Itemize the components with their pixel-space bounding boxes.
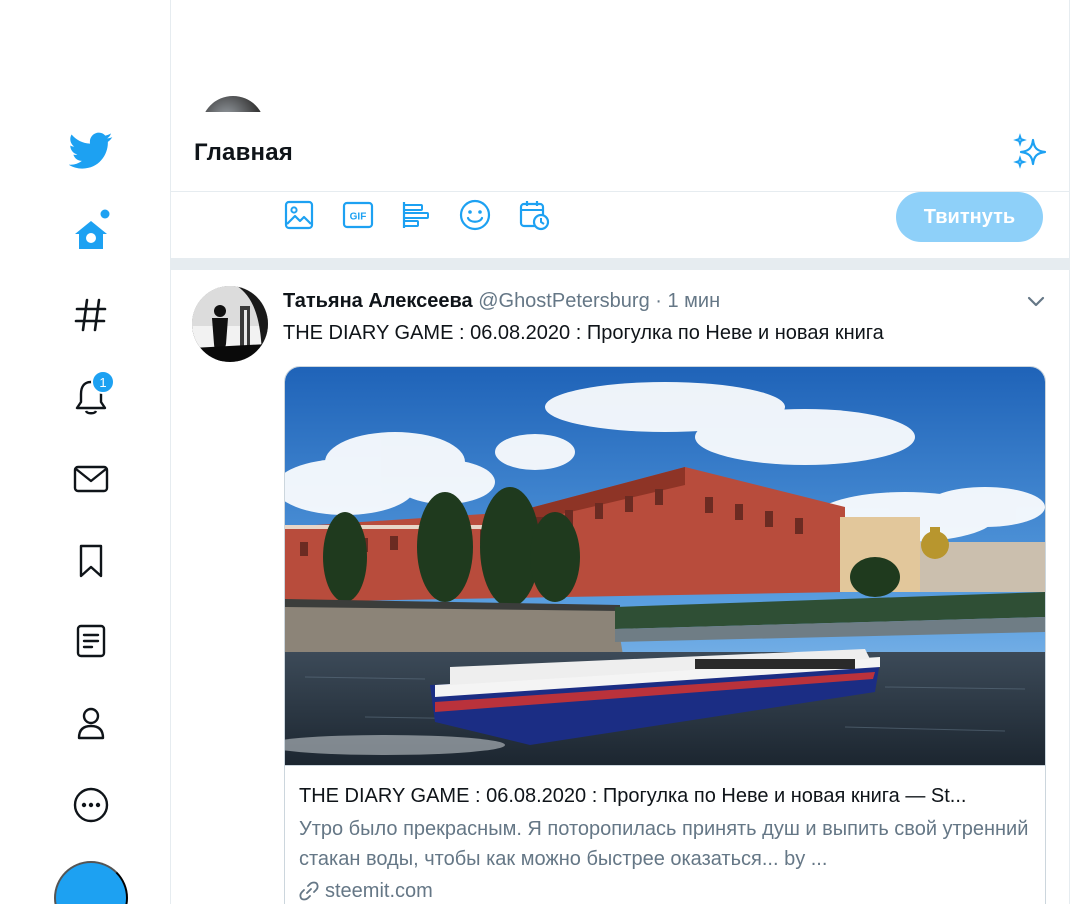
top-tweets-sparkle-icon[interactable] xyxy=(1011,132,1051,172)
explore-hashtag-icon[interactable] xyxy=(68,292,114,338)
tweet-submit-button[interactable]: Твитнуть xyxy=(896,192,1043,242)
link-preview-card[interactable]: THE DIARY GAME : 06.08.2020 : Прогулка п… xyxy=(284,366,1046,904)
poll-icon[interactable] xyxy=(398,197,434,233)
page-title: Главная xyxy=(194,139,294,166)
lists-icon[interactable] xyxy=(68,618,114,664)
emoji-icon[interactable] xyxy=(457,197,493,233)
gif-icon[interactable]: GIF xyxy=(340,197,376,233)
tweet-header: Татьяна Алексеева @GhostPetersburg · 1 м… xyxy=(283,290,720,313)
chevron-down-icon[interactable] xyxy=(1023,288,1049,314)
svg-text:GIF: GIF xyxy=(350,212,367,223)
link-icon xyxy=(299,881,319,901)
author-handle[interactable]: @GhostPetersburg xyxy=(478,290,650,312)
tweet-text: THE DIARY GAME : 06.08.2020 : Прогулка п… xyxy=(283,322,884,344)
more-options-icon[interactable] xyxy=(68,782,114,828)
twitter-logo-icon[interactable] xyxy=(68,128,114,174)
card-title: THE DIARY GAME : 06.08.2020 : Прогулка п… xyxy=(299,785,967,807)
tweet[interactable]: Татьяна Алексеева @GhostPetersburg · 1 м… xyxy=(171,270,1069,904)
tweet-timestamp[interactable]: 1 мин xyxy=(668,290,721,312)
author-avatar[interactable] xyxy=(192,286,268,362)
schedule-calendar-icon[interactable] xyxy=(516,197,552,233)
main-timeline: Главная GIF Твитнуть Татьяна Алексеева @… xyxy=(170,0,1070,904)
card-domain-text: steemit.com xyxy=(325,880,433,902)
media-image-icon[interactable] xyxy=(281,197,317,233)
card-description: Утро было прекрасным. Я поторопилась при… xyxy=(299,818,1029,870)
bookmarks-icon[interactable] xyxy=(68,538,114,584)
section-divider xyxy=(171,258,1069,270)
messages-envelope-icon[interactable] xyxy=(68,456,114,502)
card-domain: steemit.com xyxy=(299,876,1031,904)
sidebar-nav: 1 xyxy=(0,0,170,904)
author-name[interactable]: Татьяна Алексеева xyxy=(283,290,473,312)
home-icon[interactable] xyxy=(68,208,114,254)
meta-separator: · xyxy=(655,290,662,312)
composer-toolbar: GIF Твитнуть xyxy=(171,192,1069,258)
card-body: THE DIARY GAME : 06.08.2020 : Прогулка п… xyxy=(285,765,1045,904)
notifications-count-badge: 1 xyxy=(91,370,115,394)
profile-person-icon[interactable] xyxy=(68,700,114,746)
card-image xyxy=(285,367,1045,765)
timeline-header: Главная xyxy=(171,112,1069,192)
compose-tweet-button[interactable] xyxy=(54,861,128,904)
